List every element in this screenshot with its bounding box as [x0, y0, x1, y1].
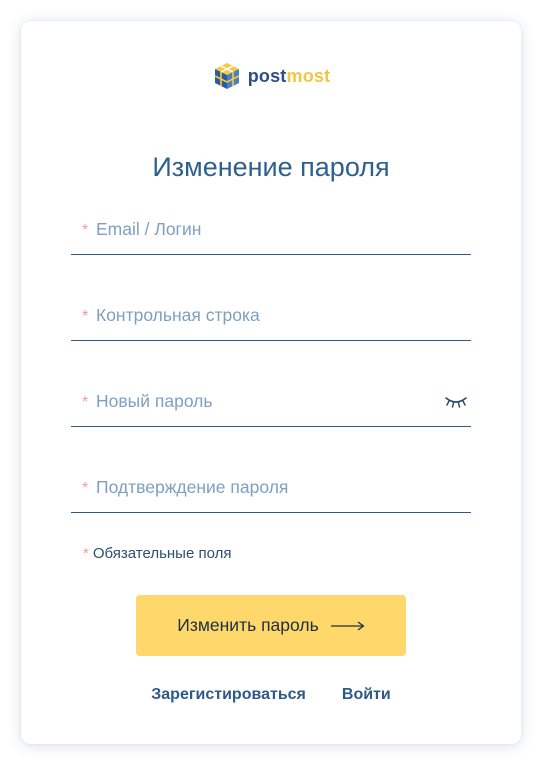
new-password-field-wrapper: *: [71, 380, 471, 427]
required-star: *: [83, 545, 89, 562]
logo-word-most: most: [286, 65, 331, 86]
confirm-password-input[interactable]: [96, 475, 436, 499]
control-string-field-wrapper: *: [71, 294, 471, 341]
required-fields-text: Обязательные поля: [92, 545, 232, 562]
logo-word-post: post: [247, 65, 287, 86]
required-star: *: [82, 222, 89, 239]
required-star: *: [82, 394, 89, 411]
confirm-password-field-wrapper: *: [71, 466, 471, 513]
page-title: Изменение пароля: [152, 152, 390, 183]
logo-wordmark: postmost: [248, 66, 331, 87]
change-password-button[interactable]: Изменить пароль: [136, 595, 406, 656]
toggle-password-visibility-button[interactable]: [443, 392, 469, 412]
email-login-input[interactable]: [96, 217, 436, 241]
required-star: *: [82, 480, 89, 497]
required-fields-note: * Обязательные поля: [83, 545, 231, 562]
arrow-right-icon: [330, 620, 365, 631]
register-link[interactable]: Зарегистироваться: [151, 686, 306, 704]
logo-cube-icon: [214, 63, 240, 89]
password-change-card: postmost Изменение пароля * * * * *Обяза…: [21, 21, 521, 744]
auth-links: Зарегистироваться Войти: [21, 686, 521, 704]
email-field-wrapper: *: [71, 208, 471, 255]
control-string-input[interactable]: [96, 303, 436, 327]
change-password-button-label: Изменить пароль: [177, 615, 319, 635]
logo: postmost: [21, 61, 521, 91]
new-password-input[interactable]: [96, 389, 436, 413]
required-star: *: [82, 308, 89, 325]
eye-closed-icon: [445, 397, 467, 408]
login-link[interactable]: Войти: [342, 686, 391, 704]
